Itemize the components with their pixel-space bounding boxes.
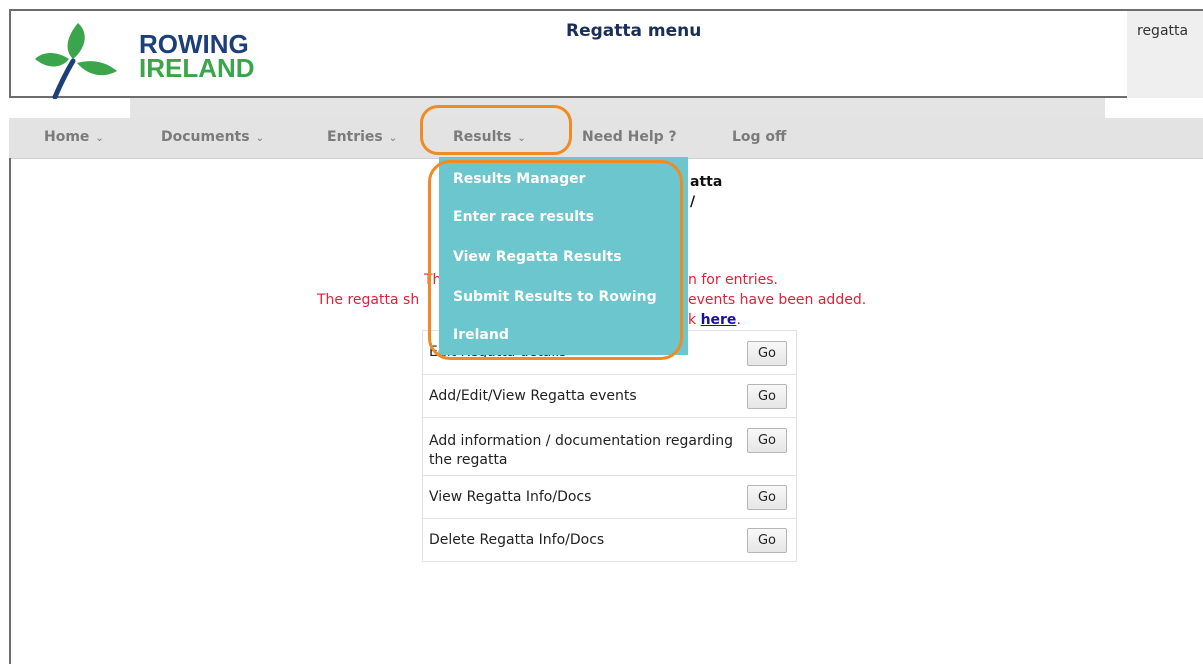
- nav-need-help-label: Need Help ?: [582, 129, 677, 145]
- row-label: Delete Regatta Info/Docs: [429, 532, 605, 548]
- warning-line3-end: .: [736, 312, 741, 328]
- content-heading-line1: atta: [690, 174, 723, 190]
- warning-line2-suffix: events have been added.: [688, 292, 867, 308]
- warning-line3: k here.: [688, 312, 741, 328]
- row-label: Add information / documentation regardin…: [429, 433, 734, 468]
- table-border-bottom: [422, 561, 797, 562]
- chevron-down-icon: ⌄: [255, 133, 264, 144]
- nav-home[interactable]: Home ⌄: [44, 129, 104, 145]
- main-nav: Home ⌄ Documents ⌄ Entries ⌄ Results ⌄ Need …: [9, 118, 1203, 159]
- warning-line1-suffix: n for entries.: [688, 272, 779, 288]
- chevron-down-icon: ⌄: [388, 133, 398, 144]
- content-heading-line2: /: [690, 194, 696, 210]
- dropdown-highlight-annotation: [428, 160, 683, 360]
- nav-documents-label: Documents: [161, 129, 250, 145]
- go-button[interactable]: Go: [747, 428, 787, 453]
- table-row: Add/Edit/View Regatta events Go: [422, 374, 797, 417]
- nav-log-off[interactable]: Log off: [732, 129, 786, 145]
- shamrock-logo-icon[interactable]: [33, 21, 119, 99]
- go-button[interactable]: Go: [747, 528, 787, 553]
- here-link[interactable]: here: [701, 312, 737, 328]
- row-label: Add/Edit/View Regatta events: [429, 388, 637, 404]
- nav-documents[interactable]: Documents ⌄: [161, 129, 264, 145]
- nav-entries[interactable]: Entries ⌄: [327, 129, 397, 145]
- nav-home-label: Home: [44, 129, 90, 145]
- user-panel: regatta: [1127, 11, 1203, 98]
- content-left-border: [9, 158, 11, 664]
- site-header: ROWING IRELAND Regatta menu regatta: [9, 9, 1203, 99]
- table-row: Add information / documentation regardin…: [422, 417, 797, 475]
- nav-need-help[interactable]: Need Help ?: [582, 129, 677, 145]
- navbar-top-band: [130, 98, 1105, 118]
- logo-text-ireland: IRELAND: [139, 53, 255, 83]
- table-row: Delete Regatta Info/Docs Go: [422, 518, 797, 561]
- go-button[interactable]: Go: [747, 384, 787, 409]
- results-highlight-annotation: [420, 105, 572, 155]
- page-title: Regatta menu: [566, 21, 702, 41]
- table-row: View Regatta Info/Docs Go: [422, 475, 797, 518]
- warning-line2-prefix: The regatta sh: [317, 292, 420, 308]
- warning-line3-prefix: k: [688, 312, 697, 328]
- chevron-down-icon: ⌄: [95, 133, 104, 144]
- nav-log-off-label: Log off: [732, 129, 787, 145]
- go-button[interactable]: Go: [747, 341, 787, 366]
- top-strip: [0, 0, 1203, 9]
- go-button[interactable]: Go: [747, 485, 787, 510]
- nav-entries-label: Entries: [327, 129, 383, 145]
- row-label: View Regatta Info/Docs: [429, 489, 592, 505]
